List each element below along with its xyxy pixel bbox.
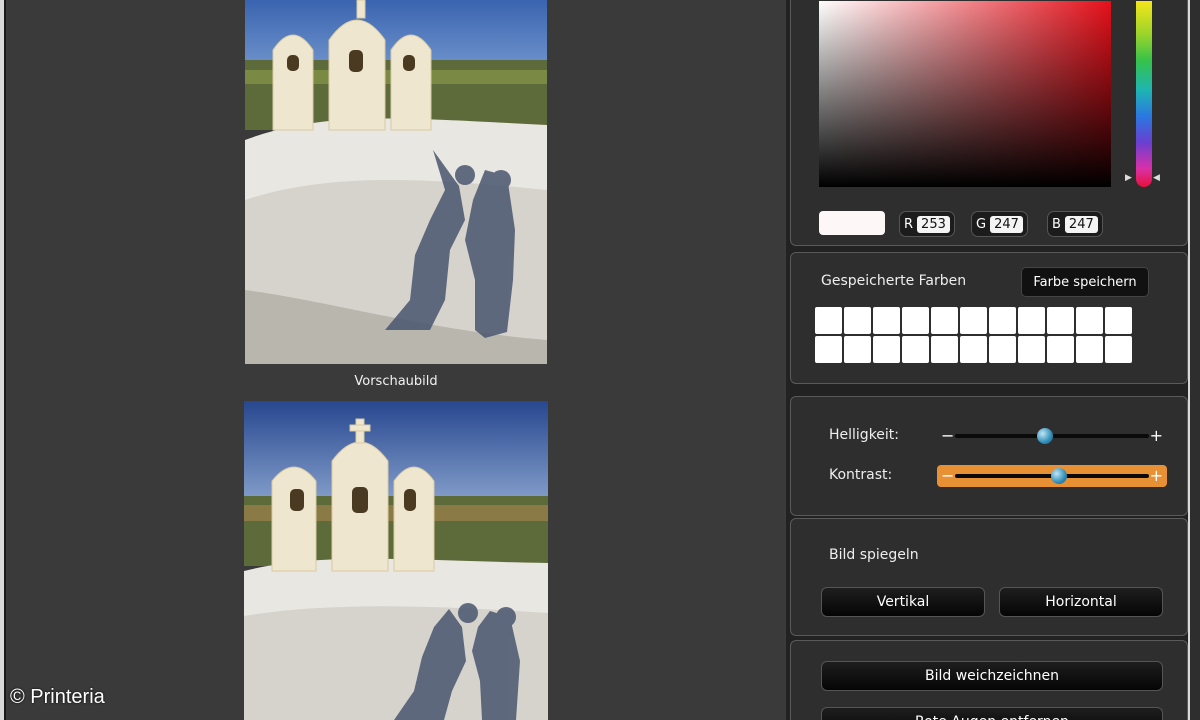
- brightness-plus-icon[interactable]: +: [1150, 425, 1163, 447]
- saved-color-swatch[interactable]: [844, 307, 871, 334]
- brightness-label: Helligkeit:: [829, 427, 900, 443]
- blue-label: B: [1052, 216, 1061, 232]
- saved-color-swatch[interactable]: [902, 336, 929, 363]
- mirror-title: Bild spiegeln: [829, 547, 919, 563]
- blue-value[interactable]: 247: [1064, 215, 1098, 233]
- brightness-knob[interactable]: [1036, 428, 1053, 444]
- saved-color-swatch[interactable]: [815, 336, 842, 363]
- saved-color-swatch[interactable]: [989, 336, 1016, 363]
- green-field[interactable]: G 247: [971, 211, 1028, 237]
- hue-slider[interactable]: [1136, 1, 1152, 187]
- saved-colors-grid: [815, 307, 1132, 363]
- saturation-value-field[interactable]: [819, 1, 1111, 187]
- hue-marker-left-icon[interactable]: ▶: [1125, 173, 1132, 183]
- remove-red-eye-button[interactable]: Rote Augen entfernen: [821, 707, 1163, 720]
- preview-caption: Vorschaubild: [354, 374, 438, 389]
- saved-color-swatch[interactable]: [815, 307, 842, 334]
- saved-color-swatch[interactable]: [1105, 307, 1132, 334]
- mirror-horizontal-button[interactable]: Horizontal: [999, 587, 1163, 617]
- green-label: G: [976, 216, 987, 232]
- saved-color-swatch[interactable]: [1076, 336, 1103, 363]
- saved-color-swatch[interactable]: [902, 307, 929, 334]
- contrast-label: Kontrast:: [829, 467, 893, 483]
- saved-color-swatch[interactable]: [1076, 307, 1103, 334]
- saved-color-swatch[interactable]: [844, 336, 871, 363]
- contrast-knob[interactable]: [1051, 468, 1068, 484]
- contrast-slider[interactable]: − +: [937, 465, 1167, 487]
- preview-image[interactable]: [245, 0, 547, 364]
- saved-color-swatch[interactable]: [1047, 336, 1074, 363]
- window-right-edge: [1188, 0, 1200, 720]
- saved-color-swatch[interactable]: [989, 307, 1016, 334]
- saved-color-swatch[interactable]: [1018, 307, 1045, 334]
- adjustments-panel: Helligkeit: − + Kontrast: − +: [790, 396, 1188, 516]
- image-preview-area: Vorschaubild: [8, 0, 784, 720]
- red-label: R: [904, 216, 914, 232]
- saved-color-swatch[interactable]: [960, 307, 987, 334]
- saved-color-swatch[interactable]: [873, 307, 900, 334]
- saved-color-swatch[interactable]: [960, 336, 987, 363]
- color-picker-panel: ▶ ◀ R 253 G 247 B 247: [790, 0, 1188, 246]
- saved-colors-panel: Gespeicherte Farben Farbe speichern: [790, 252, 1188, 384]
- effects-panel: Bild weichzeichnen Rote Augen entfernen: [790, 640, 1188, 720]
- blue-field[interactable]: B 247: [1047, 211, 1103, 237]
- contrast-minus-icon[interactable]: −: [941, 465, 954, 487]
- window-left-edge: [0, 0, 6, 720]
- main-image[interactable]: [244, 401, 548, 720]
- saved-color-swatch[interactable]: [1018, 336, 1045, 363]
- app-window: Vorschaubild © Printeria ▶ ◀ R 253 G 247…: [0, 0, 1200, 720]
- saved-color-swatch[interactable]: [931, 336, 958, 363]
- saved-color-swatch[interactable]: [1105, 336, 1132, 363]
- saved-colors-title: Gespeicherte Farben: [821, 273, 967, 289]
- mirror-panel: Bild spiegeln Vertikal Horizontal: [790, 518, 1188, 636]
- soften-image-button[interactable]: Bild weichzeichnen: [821, 661, 1163, 691]
- red-value[interactable]: 253: [917, 215, 950, 233]
- save-color-button[interactable]: Farbe speichern: [1021, 267, 1149, 297]
- tools-sidebar: ▶ ◀ R 253 G 247 B 247 Gespeicherte Farbe…: [786, 0, 1190, 720]
- brightness-slider[interactable]: − +: [937, 425, 1167, 447]
- saved-color-swatch[interactable]: [873, 336, 900, 363]
- green-value[interactable]: 247: [990, 215, 1023, 233]
- brightness-minus-icon[interactable]: −: [941, 425, 954, 447]
- contrast-plus-icon[interactable]: +: [1150, 465, 1163, 487]
- copyright-credit: © Printeria: [10, 686, 105, 708]
- saved-color-swatch[interactable]: [1047, 307, 1074, 334]
- hue-marker-right-icon[interactable]: ◀: [1153, 173, 1160, 183]
- red-field[interactable]: R 253: [899, 211, 955, 237]
- current-color-swatch: [819, 211, 885, 235]
- saved-color-swatch[interactable]: [931, 307, 958, 334]
- mirror-vertical-button[interactable]: Vertikal: [821, 587, 985, 617]
